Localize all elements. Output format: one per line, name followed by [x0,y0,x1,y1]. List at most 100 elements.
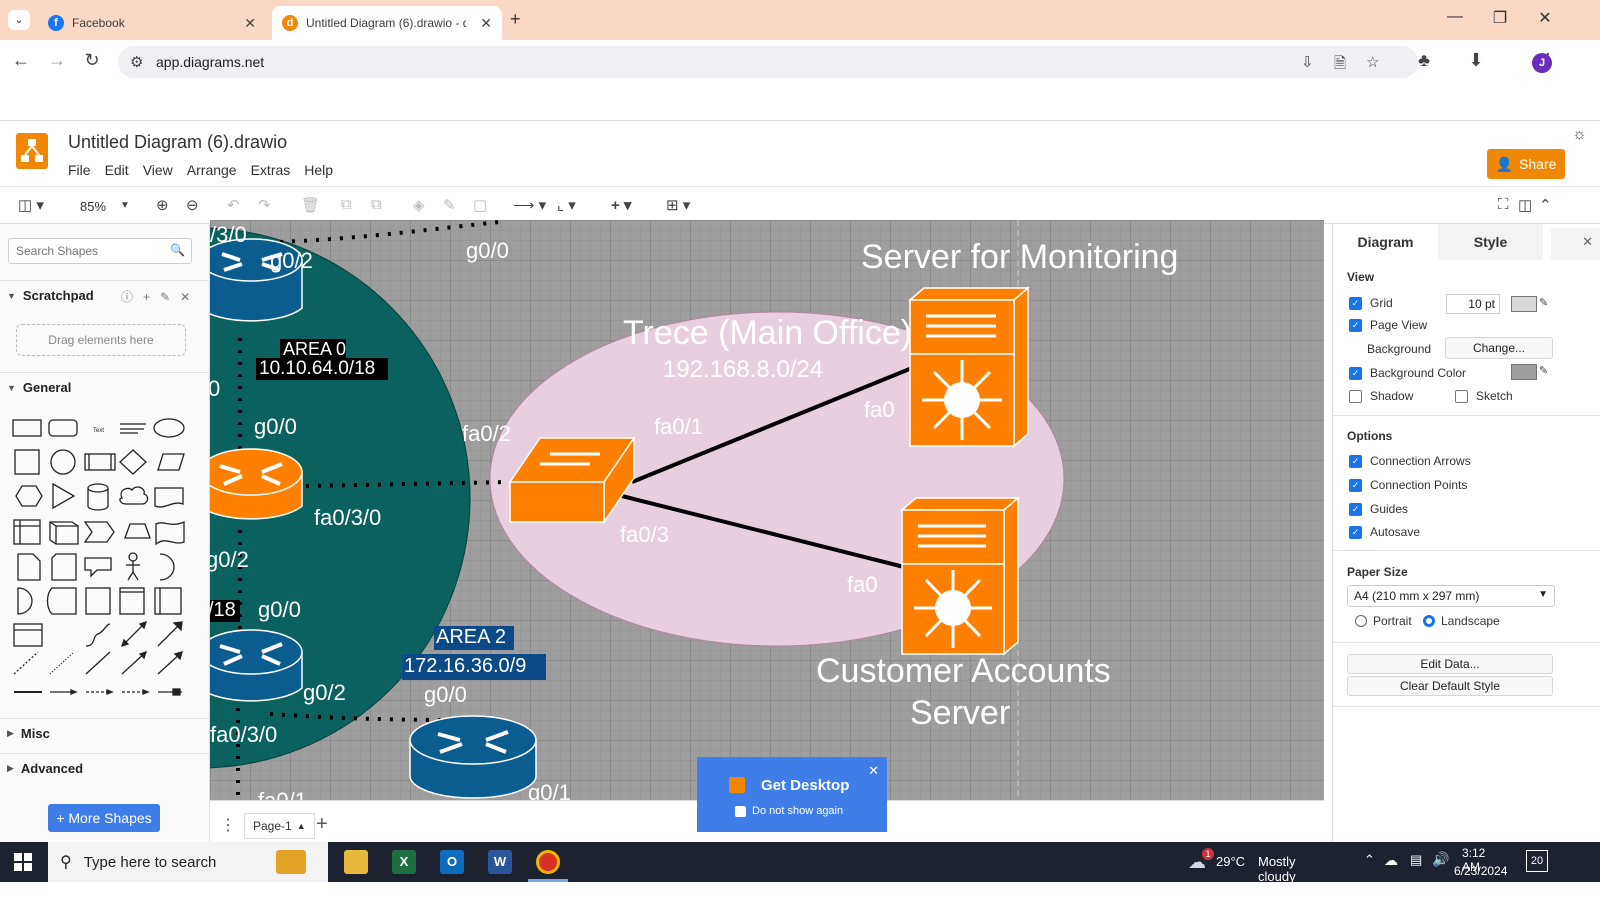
checkbox-unchecked-icon[interactable] [1349,389,1362,403]
paper-size-select[interactable]: A4 (210 mm x 297 mm) ▼ [1347,585,1555,607]
add-page-icon[interactable]: + [316,813,328,836]
background-color-swatch[interactable] [1511,364,1537,380]
delete-icon[interactable]: 🗑 [301,196,320,214]
table-icon[interactable]: ⊞ ▾ [666,196,690,214]
edit-color-icon[interactable]: ✎ [1539,364,1548,377]
label-fa01-bottom[interactable]: fa0/1 [258,788,307,800]
to-front-icon[interactable]: ⧉ [341,196,352,213]
autosave-checkbox[interactable]: ✓ Autosave [1349,525,1420,539]
label-g00-low[interactable]: g0/0 [258,597,301,623]
misc-header[interactable]: ▶ Misc [0,718,210,748]
install-app-icon[interactable]: ⇩ [1301,53,1314,71]
address-bar[interactable]: ⚙ app.diagrams.net ⇩ 🗎 ☆ [118,46,1418,78]
scratchpad-dropzone[interactable]: Drag elements here [16,324,186,356]
close-icon[interactable]: ✕ [180,290,190,304]
theme-sun-icon[interactable]: ☼ [1572,126,1587,144]
menu-help[interactable]: Help [304,162,333,178]
landscape-radio[interactable]: Landscape [1423,614,1500,628]
word-icon[interactable]: W [488,850,512,874]
label-trece-net[interactable]: 192.168.8.0/24 [663,356,823,384]
search-shapes-input[interactable] [9,239,159,263]
fill-color-icon[interactable]: ◈ [413,196,425,214]
download-icon[interactable]: ⬇ [1464,50,1488,71]
notification-icon[interactable]: 20 [1526,850,1548,872]
restore-button[interactable]: ❐ [1485,8,1515,28]
reload-button[interactable]: ↻ [80,50,104,71]
label-g00-mid[interactable]: g0/0 [254,414,297,440]
router-blue-low[interactable] [210,629,303,702]
get-desktop-title[interactable]: Get Desktop [761,777,849,794]
page-tab[interactable]: Page-1 ▲ [244,813,315,839]
weather-desc[interactable]: Mostly cloudy [1258,854,1296,884]
format-panel-toggle-icon[interactable]: ◫ ▾ [18,196,44,214]
label-g02-mid[interactable]: g0/2 [210,547,249,573]
outlook-icon[interactable]: O [440,850,464,874]
onedrive-icon[interactable]: ☁ [1384,852,1398,869]
grid-size-input[interactable]: 10 pt [1446,294,1500,314]
advanced-header[interactable]: ▶ Advanced [0,753,210,783]
general-header[interactable]: ▼ General [0,372,210,402]
search-icon[interactable]: 🔍 [170,243,185,257]
page-view-checkbox[interactable]: ✓ Page View [1349,318,1427,332]
new-tab-button[interactable]: + [510,9,521,30]
do-not-show-checkbox[interactable]: Do not show again [735,805,843,817]
checkbox-checked-icon[interactable]: ✓ [1349,525,1362,539]
back-button[interactable]: ← [9,50,33,71]
share-button[interactable]: 👤 Share [1487,149,1565,179]
volume-icon[interactable]: 🔊 [1432,851,1449,868]
server-monitoring-device[interactable] [907,286,1031,448]
waypoints-icon[interactable]: ⌞ ▾ [557,196,576,214]
menu-arrange[interactable]: Arrange [187,162,237,178]
clock-date[interactable]: 6/23/2024 [1454,864,1507,878]
shadow-checkbox[interactable]: Shadow [1349,389,1413,403]
menu-view[interactable]: View [143,162,173,178]
minimize-button[interactable]: — [1440,8,1470,26]
close-panel-icon[interactable]: ✕ [1551,228,1600,260]
tab-search-button[interactable]: ⌄ [8,10,30,30]
change-background-button[interactable]: Change... [1445,337,1553,359]
label-server-monitoring[interactable]: Server for Monitoring [861,238,1178,277]
grid-color-swatch[interactable] [1511,296,1537,312]
label-g02-low[interactable]: g0/2 [303,680,346,706]
file-explorer-icon[interactable] [344,850,368,874]
insert-plus-icon[interactable]: + ▾ [611,196,631,214]
label-trece-title[interactable]: Trece (Main Office) [623,314,912,353]
excel-icon[interactable]: X [392,850,416,874]
router-blue-bottom[interactable] [409,715,537,799]
network-icon[interactable]: ▤ [1410,852,1422,868]
edit-icon[interactable]: ✎ [160,290,170,304]
label-g030-top[interactable]: /3/0 [210,222,247,248]
weather-temp[interactable]: 29°C [1216,854,1245,869]
grid-checkbox[interactable]: ✓ Grid [1349,296,1393,310]
collapse-icon[interactable]: ⌃ [1539,196,1552,214]
checkbox-checked-icon[interactable]: ✓ [1349,502,1362,516]
search-shapes-field[interactable]: 🔍 [8,238,192,264]
redo-icon[interactable]: ↷ [258,196,271,214]
label-area0-net[interactable]: 10.10.64.0/18 [259,358,375,380]
close-tab-icon[interactable]: ✕ [480,15,492,32]
undo-icon[interactable]: ↶ [227,196,240,214]
checkbox-unchecked-icon[interactable] [735,805,746,817]
bookmark-star-icon[interactable]: ☆ [1366,53,1379,71]
background-color-checkbox[interactable]: ✓ Background Color [1349,366,1466,380]
help-icon[interactable]: ⓘ [121,290,133,304]
general-shapes-palette[interactable]: Text [8,412,198,702]
pages-menu-icon[interactable]: ⋮ [220,815,236,835]
label-customer-server-line2[interactable]: Server [910,694,1010,733]
label-fa0-top[interactable]: fa0 [864,397,895,423]
zoom-level[interactable]: 85% [80,199,106,214]
menu-edit[interactable]: Edit [105,162,129,178]
label-fa030-low[interactable]: fa0/3/0 [210,722,277,748]
checkbox-unchecked-icon[interactable] [1455,389,1468,403]
clear-default-style-button[interactable]: Clear Default Style [1347,676,1553,696]
edit-data-button[interactable]: Edit Data... [1347,654,1553,674]
connection-points-checkbox[interactable]: ✓ Connection Points [1349,478,1467,492]
label-fa03[interactable]: fa0/3 [620,522,669,548]
menu-extras[interactable]: Extras [251,162,291,178]
tab-style[interactable]: Style [1438,224,1543,260]
page-icon[interactable]: 🗎 [1334,53,1346,78]
label-area2[interactable]: AREA 2 [436,626,506,649]
to-back-icon[interactable]: ⧉ [371,196,382,213]
shadow-icon[interactable]: ▢ [473,196,487,214]
checkbox-checked-icon[interactable]: ✓ [1349,478,1362,492]
